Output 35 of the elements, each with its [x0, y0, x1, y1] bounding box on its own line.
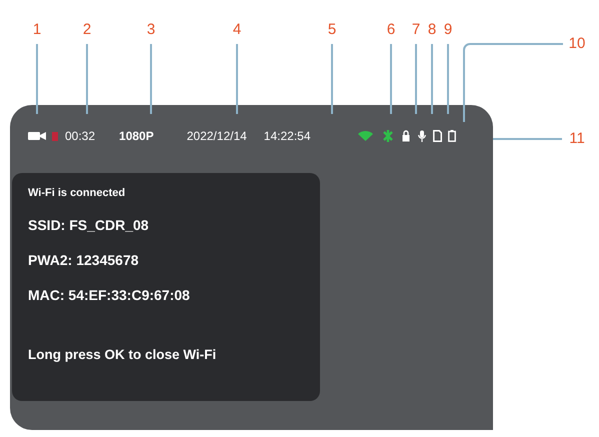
- callout-number: 7: [412, 22, 420, 37]
- panel-title: Wi-Fi is connected: [28, 187, 126, 199]
- callout-number: 10: [568, 36, 586, 51]
- battery-icon: [448, 130, 456, 142]
- resolution: 1080P: [119, 129, 154, 143]
- leader-line: [36, 44, 38, 114]
- leader-line: [447, 44, 449, 114]
- info-line: MAC: 54:EF:33:C9:67:08: [28, 287, 191, 303]
- elapsed-time: 00:32: [65, 129, 96, 143]
- leader-line: [415, 44, 417, 114]
- callout-number: 1: [32, 22, 42, 37]
- leader-line: [390, 44, 392, 114]
- callout-number: 3: [146, 22, 156, 37]
- leader-line: [150, 44, 152, 114]
- video-camera-icon: [28, 131, 46, 141]
- info-line: PWA2: 12345678: [28, 252, 140, 268]
- callout-number: 9: [444, 22, 452, 37]
- hint-text: Long press OK to close Wi-Fi: [28, 347, 218, 362]
- date: 2022/12/14: [186, 129, 247, 143]
- callout-number: 2: [82, 22, 92, 37]
- callout-number: 4: [232, 22, 242, 37]
- callout-number: 6: [386, 22, 396, 37]
- leader-line: [331, 44, 333, 114]
- leader-line: [86, 44, 88, 114]
- clock-time: 14:22:54: [264, 129, 311, 143]
- sd-card-icon: [432, 130, 442, 142]
- leader-line: [236, 44, 238, 114]
- callout-number: 5: [328, 22, 336, 37]
- callout-number: 11: [569, 131, 585, 146]
- lock-icon: [402, 130, 410, 142]
- info-line: SSID: FS_CDR_08: [28, 217, 150, 233]
- microphone-icon: [418, 130, 426, 142]
- callout-number: 8: [428, 22, 436, 37]
- leader-line: [493, 138, 562, 140]
- leader-line: [431, 44, 433, 114]
